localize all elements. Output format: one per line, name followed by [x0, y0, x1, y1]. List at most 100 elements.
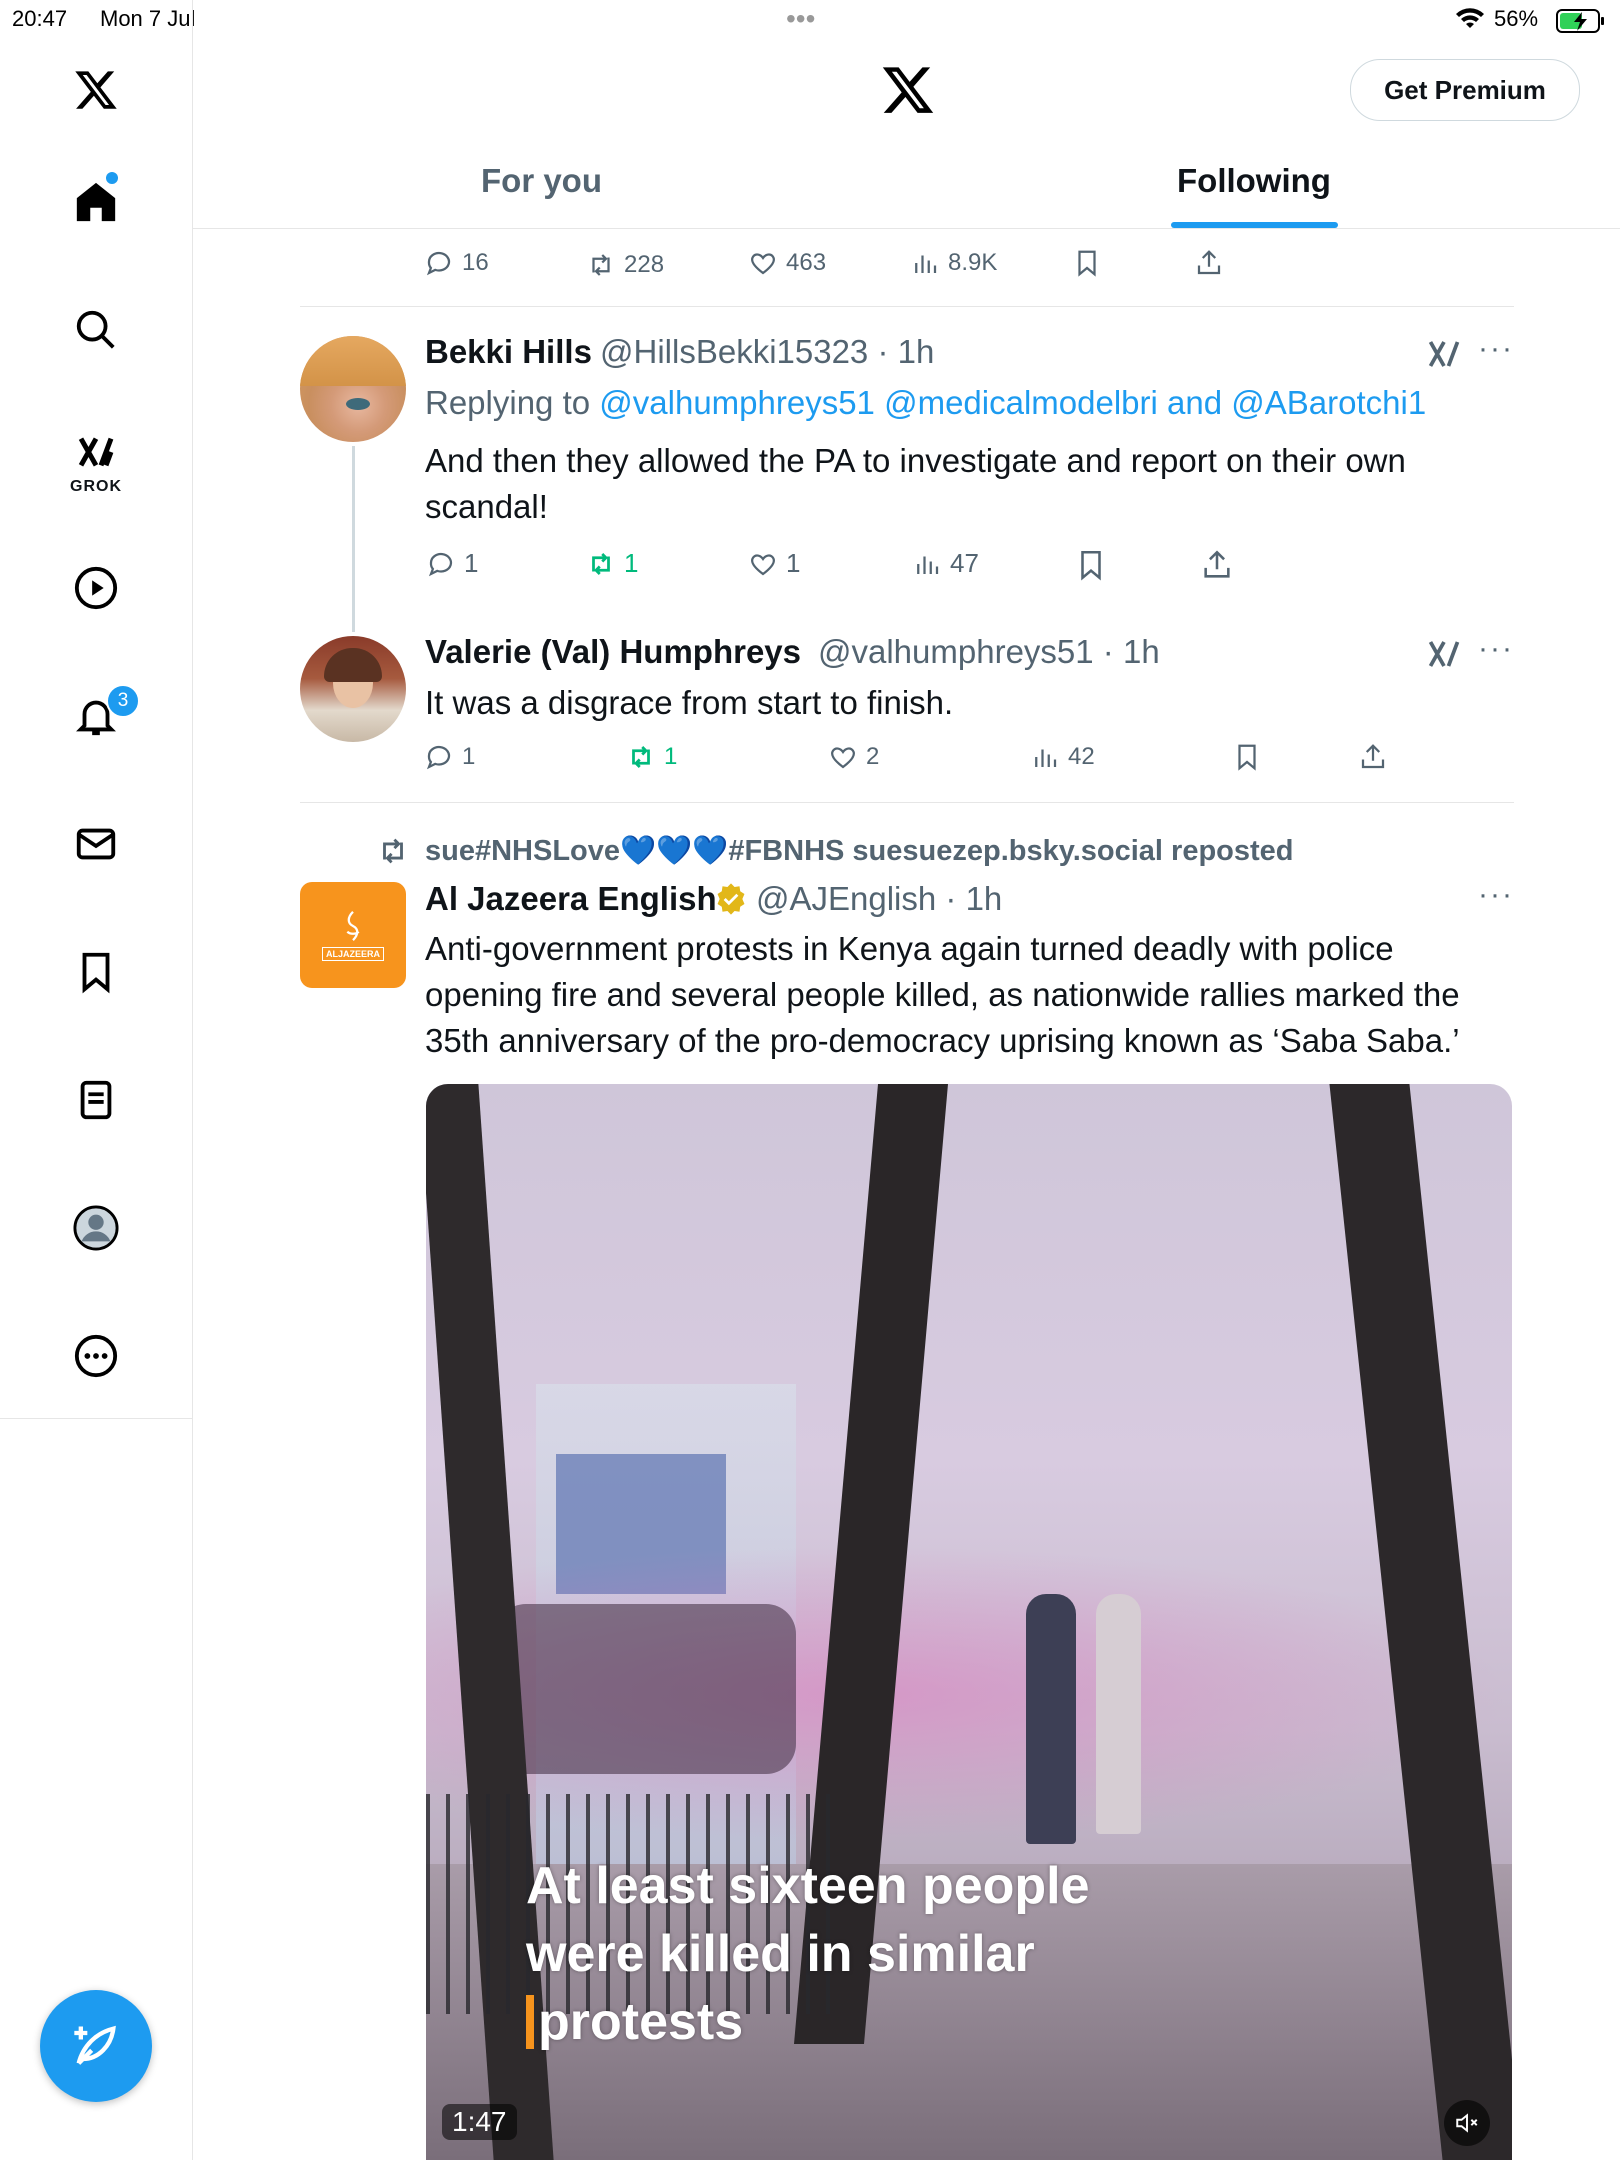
speaker-muted-icon: [1456, 2113, 1478, 2133]
views-button[interactable]: 42: [1030, 742, 1095, 772]
share-button[interactable]: [1358, 742, 1388, 772]
reply-count: 1: [464, 548, 479, 578]
video-player[interactable]: At least sixteen people were killed in s…: [426, 1084, 1512, 2160]
avatar-valerie-humphreys[interactable]: [300, 636, 406, 742]
more-options-icon[interactable]: ···: [1478, 878, 1514, 912]
repost-button[interactable]: 1: [626, 742, 677, 772]
bookmark-icon: [1081, 550, 1101, 581]
views-chart-icon: [915, 255, 937, 273]
views-chart-icon: [1035, 749, 1057, 767]
grok-label: GROK: [70, 478, 122, 495]
bookmark-icon: [1238, 744, 1256, 771]
bookmark-button[interactable]: [1072, 248, 1102, 278]
video-scene-person: [1026, 1594, 1076, 1844]
like-count: 2: [866, 743, 880, 770]
video-caption-text: protests: [538, 1993, 744, 2051]
bookmark-button[interactable]: [1232, 742, 1262, 772]
battery-percent: 56%: [1494, 6, 1539, 31]
replying-to-mentions[interactable]: @valhumphreys51 @medicalmodelbri and @AB…: [599, 384, 1426, 421]
home-new-indicator: [106, 172, 118, 184]
reply-icon: [428, 552, 453, 576]
tab-active-indicator: [1171, 222, 1338, 228]
video-caption-line: protests: [526, 1988, 1090, 2056]
reply-count: 1: [462, 743, 476, 770]
reply-button[interactable]: 1: [424, 742, 475, 772]
views-button[interactable]: 47: [912, 548, 979, 579]
profile-avatar-icon[interactable]: [66, 1198, 126, 1258]
video-caption: At least sixteen people were killed in s…: [526, 1852, 1090, 2056]
tweet-divider: [300, 306, 1514, 307]
video-caption-line: At least sixteen people: [526, 1857, 1090, 1915]
reply-button[interactable]: 1: [426, 548, 478, 579]
heart-icon: [750, 553, 776, 575]
like-count: 463: [786, 249, 827, 276]
video-play-icon[interactable]: [66, 558, 126, 618]
replying-to-line: Replying to @valhumphreys51 @medicalmode…: [425, 380, 1426, 426]
grok-explain-icon[interactable]: [1426, 636, 1462, 677]
sidebar-divider: [0, 1418, 192, 1419]
bookmarks-icon[interactable]: [66, 942, 126, 1002]
tweet-text-line: 35th anniversary of the pro-democracy up…: [425, 1022, 1460, 1059]
views-count: 47: [950, 548, 979, 578]
views-count: 8.9K: [948, 249, 998, 276]
x-logo-icon[interactable]: [66, 60, 126, 120]
repost-button[interactable]: 1: [586, 548, 638, 579]
author-handle[interactable]: @valhumphreys51 · 1h: [818, 633, 1160, 671]
replying-prefix: Replying to: [425, 384, 591, 421]
author-handle[interactable]: @AJEnglish · 1h: [756, 880, 1002, 918]
repost-indicator-icon: [376, 834, 410, 873]
lists-icon[interactable]: [66, 1070, 126, 1130]
author-name[interactable]: Al Jazeera English: [425, 880, 717, 918]
like-button[interactable]: 463: [748, 248, 826, 278]
compose-post-button[interactable]: [40, 1990, 152, 2102]
search-icon[interactable]: [66, 300, 126, 360]
heart-icon: [750, 253, 776, 275]
video-caption-line: were killed in similar: [526, 1925, 1035, 1983]
bookmark-button[interactable]: [1074, 548, 1108, 582]
sidebar: GROK 3: [0, 0, 193, 2160]
author-handle[interactable]: @HillsBekki15323 · 1h: [600, 333, 934, 371]
bookmark-icon: [1078, 250, 1096, 277]
repost-icon: [592, 552, 610, 575]
video-scene-crowd: [496, 1604, 796, 1774]
avatar-al-jazeera[interactable]: ALJAZEERA: [300, 882, 406, 988]
header: [193, 40, 1620, 229]
author-name[interactable]: Valerie (Val) Humphreys: [425, 633, 801, 671]
battery-icon: [1556, 8, 1606, 39]
al-jazeera-logo-icon: [346, 911, 360, 941]
author-name[interactable]: Bekki Hills: [425, 333, 592, 371]
heart-icon: [830, 747, 856, 769]
more-options-icon[interactable]: [66, 1326, 126, 1386]
tweet-divider: [300, 802, 1514, 803]
messages-mail-icon[interactable]: [66, 814, 126, 874]
caption-cursor-bar: [526, 1995, 534, 2049]
avatar-wordmark: ALJAZEERA: [321, 947, 384, 961]
video-scene-person: [1096, 1594, 1141, 1834]
more-options-icon[interactable]: ···: [1478, 632, 1514, 666]
views-chart-icon: [917, 556, 939, 574]
avatar-bekki-hills[interactable]: [300, 336, 406, 442]
views-button[interactable]: 8.9K: [910, 248, 997, 278]
tweet-text-line: Anti-government protests in Kenya again …: [425, 930, 1394, 967]
repost-label[interactable]: sue#NHSLove💙💙💙#FBNHS suesuezep.bsky.soci…: [425, 834, 1294, 868]
video-duration: 1:47: [442, 2104, 517, 2140]
share-button[interactable]: [1200, 548, 1234, 582]
repost-count: 1: [664, 743, 678, 770]
more-options-icon[interactable]: ···: [1478, 332, 1514, 366]
mute-toggle-button[interactable]: [1444, 2100, 1490, 2146]
like-button[interactable]: 1: [748, 548, 800, 579]
wifi-icon: [1456, 8, 1484, 37]
like-button[interactable]: 2: [828, 742, 879, 772]
tab-for-you[interactable]: For you: [481, 162, 602, 200]
reply-count: 16: [462, 249, 489, 276]
tab-following[interactable]: Following: [1177, 162, 1331, 200]
tweet-text-line: It was a disgrace from start to finish.: [425, 684, 954, 721]
share-icon: [1197, 250, 1221, 275]
grok-explain-icon[interactable]: [1426, 336, 1462, 377]
repost-count: 228: [624, 251, 665, 278]
repost-button[interactable]: 228: [586, 250, 664, 280]
multitask-dots-icon[interactable]: •••: [786, 5, 815, 33]
reply-button[interactable]: 16: [424, 248, 489, 278]
share-button[interactable]: [1194, 248, 1224, 278]
grok-icon[interactable]: [66, 422, 126, 482]
